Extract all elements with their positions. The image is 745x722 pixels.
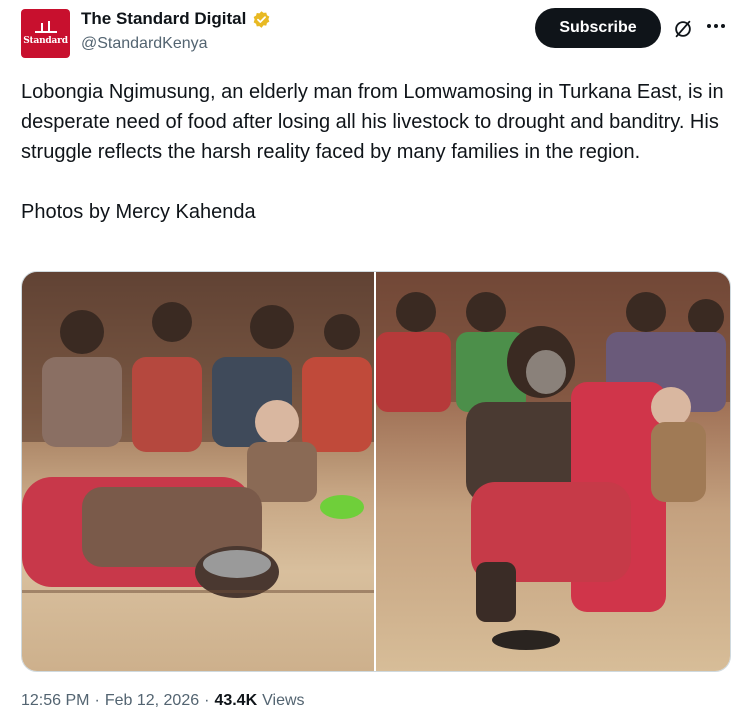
tweet-time[interactable]: 12:56 PM <box>21 692 89 710</box>
tweet-text: Lobongia Ngimusung, an elderly man from … <box>21 77 725 227</box>
meta-separator: · <box>94 692 100 709</box>
subscribe-button[interactable]: Subscribe <box>535 8 661 48</box>
grok-icon[interactable] <box>672 18 694 40</box>
photo-credit: Photos by Mercy Kahenda <box>21 201 256 223</box>
meta-separator: · <box>204 692 210 709</box>
tweet-metadata: 12:56 PM · Feb 12, 2026 · 43.4K Views <box>21 692 305 710</box>
more-options-icon[interactable] <box>704 14 728 38</box>
photo-elderly-man-sitting[interactable] <box>376 272 730 671</box>
verified-badge-icon[interactable] <box>252 10 271 29</box>
photo-elderly-man-lying[interactable] <box>22 272 374 671</box>
views-count[interactable]: 43.4K <box>214 692 257 710</box>
media-grid <box>21 271 731 672</box>
tweet-paragraph: Lobongia Ngimusung, an elderly man from … <box>21 81 724 163</box>
account-name-row: The Standard Digital <box>81 9 271 29</box>
standard-logo-icon <box>34 21 57 33</box>
tweet-date[interactable]: Feb 12, 2026 <box>105 692 199 710</box>
account-avatar[interactable]: Standard <box>21 9 70 58</box>
display-name[interactable]: The Standard Digital <box>81 9 246 29</box>
views-label: Views <box>262 692 305 709</box>
account-handle[interactable]: @StandardKenya <box>81 35 208 53</box>
avatar-wordmark: Standard <box>23 36 68 46</box>
